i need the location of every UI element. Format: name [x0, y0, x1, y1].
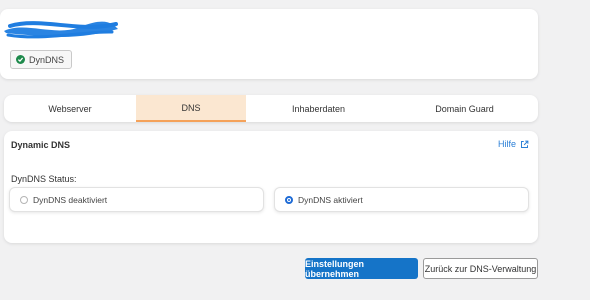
redaction-scribble	[4, 21, 118, 39]
dyndns-status-label: DynDNS Status:	[11, 174, 77, 184]
tab-label: Inhaberdaten	[291, 103, 346, 114]
tab-dns[interactable]: DNS	[136, 95, 246, 122]
radio-button[interactable]	[20, 195, 28, 204]
radio-option-dyndns-activated[interactable]: DynDNS aktiviert	[274, 187, 529, 212]
tab-label: DNS	[181, 102, 201, 113]
help-link[interactable]: Hilfe	[498, 139, 529, 149]
help-label: Hilfe	[497, 139, 516, 149]
external-link-icon	[521, 140, 529, 148]
radio-label: DynDNS deaktiviert	[33, 194, 108, 205]
tab-bar: Webserver DNS Inhaberdaten Domain Guard	[4, 95, 538, 122]
tab-domain-guard[interactable]: Domain Guard	[391, 95, 538, 122]
apply-settings-button[interactable]: Einstellungen übernehmen	[305, 258, 418, 279]
back-to-dns-management-button[interactable]: Zurück zur DNS-Verwaltung	[423, 258, 538, 279]
domain-summary-card: DynDNS	[0, 9, 538, 79]
badge-label: DynDNS	[29, 54, 65, 65]
dynamic-dns-card: Dynamic DNS Hilfe DynDNS Status: DynDNS …	[4, 131, 538, 243]
tab-label: Webserver	[48, 103, 92, 114]
tab-label: Domain Guard	[435, 103, 494, 114]
radio-option-dyndns-deactivated[interactable]: DynDNS deaktiviert	[9, 187, 264, 212]
radio-button-selected[interactable]	[285, 195, 293, 204]
radio-label: DynDNS aktiviert	[298, 194, 363, 205]
tab-webserver[interactable]: Webserver	[4, 95, 136, 122]
tab-inhaberdaten[interactable]: Inhaberdaten	[246, 95, 391, 122]
check-circle-icon	[16, 55, 25, 64]
dyndns-status-badge: DynDNS	[10, 50, 73, 69]
section-title: Dynamic DNS	[11, 140, 71, 150]
